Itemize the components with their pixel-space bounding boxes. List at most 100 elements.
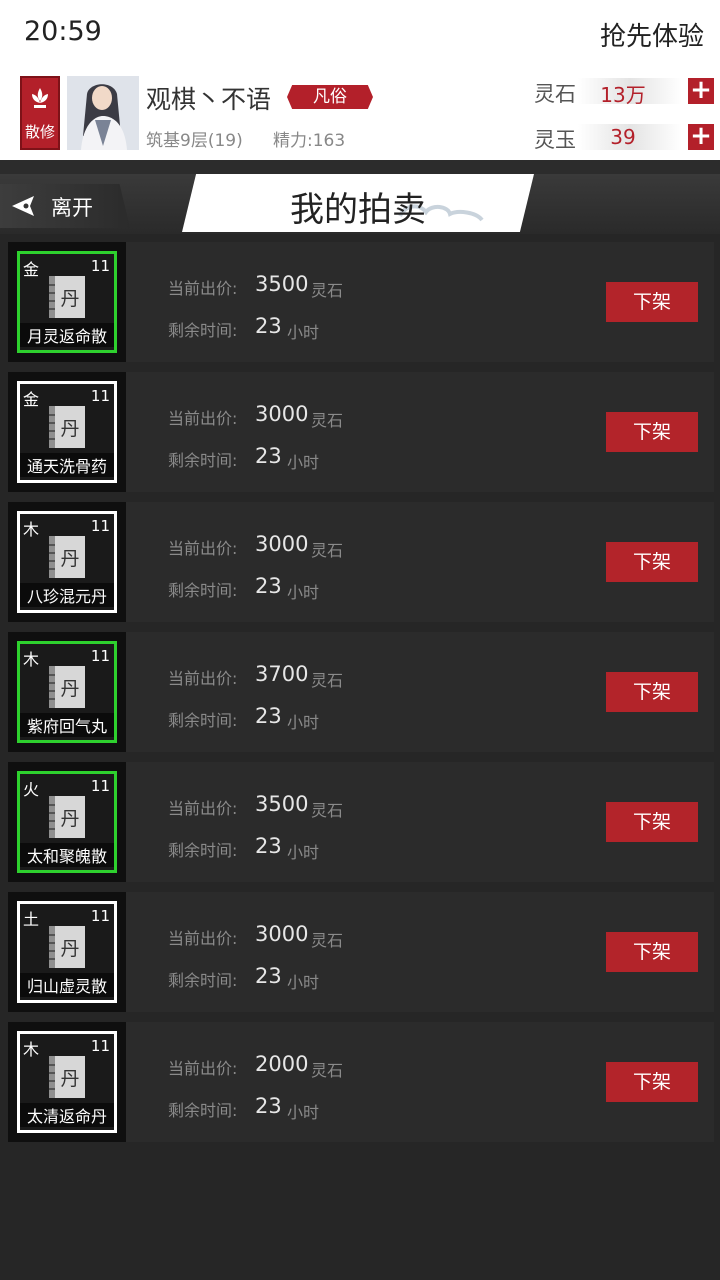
pill-char: 丹 — [60, 678, 80, 700]
item-element: 木 — [23, 650, 40, 669]
item-thumbnail[interactable]: 土 11 丹 归山虚灵散 — [8, 892, 126, 1012]
item-frame: 土 11 丹 归山虚灵散 — [17, 901, 117, 1003]
time-label: 剩余时间: — [168, 841, 238, 860]
time-unit: 小时 — [287, 1103, 320, 1122]
price-value: 3700 — [255, 662, 309, 686]
add-spirit-stone-button[interactable]: + — [688, 77, 714, 104]
pill-char: 丹 — [60, 808, 80, 830]
energy-value: 精力:163 — [273, 131, 346, 151]
delist-button[interactable]: 下架 — [606, 1062, 698, 1102]
auction-item: 木 11 丹 太清返命丹 当前出价: 2000 灵石 剩余时间: 23 小时 下… — [8, 1022, 714, 1142]
price-label: 当前出价: — [168, 539, 238, 558]
item-name: 通天洗骨药 — [20, 453, 114, 477]
delist-button[interactable]: 下架 — [606, 672, 698, 712]
leave-label: 离开 — [51, 196, 93, 220]
item-element: 金 — [23, 390, 40, 409]
item-name: 太清返命丹 — [20, 1103, 114, 1127]
item-level: 11 — [90, 647, 110, 665]
item-level: 11 — [90, 1037, 110, 1055]
item-name: 太和聚魄散 — [20, 843, 114, 867]
item-frame: 木 11 丹 太清返命丹 — [17, 1031, 117, 1133]
item-element: 木 — [23, 1040, 40, 1059]
title-banner: 我的拍卖 — [182, 174, 534, 232]
delist-button[interactable]: 下架 — [606, 802, 698, 842]
auction-item: 土 11 丹 归山虚灵散 当前出价: 3000 灵石 剩余时间: 23 小时 下… — [8, 892, 714, 1012]
sect-badge[interactable]: 散修 — [20, 76, 60, 150]
sect-label: 散修 — [24, 123, 55, 141]
time-unit: 小时 — [287, 713, 320, 732]
time-label: 剩余时间: — [168, 451, 238, 470]
cultivation-realm: 筑基9层(19) — [146, 131, 243, 151]
item-element: 土 — [23, 910, 40, 929]
item-level: 11 — [90, 517, 110, 535]
delist-button[interactable]: 下架 — [606, 282, 698, 322]
price-unit: 灵石 — [311, 1061, 344, 1080]
item-thumbnail[interactable]: 金 11 丹 通天洗骨药 — [8, 372, 126, 492]
price-label: 当前出价: — [168, 409, 238, 428]
time-value: 23 — [255, 704, 282, 728]
pill-char: 丹 — [60, 418, 80, 440]
title-bar: 离开 我的拍卖 — [0, 160, 720, 234]
time-unit: 小时 — [287, 973, 320, 992]
time-label: 剩余时间: — [168, 321, 238, 340]
price-label: 当前出价: — [168, 279, 238, 298]
item-thumbnail[interactable]: 木 11 丹 八珍混元丹 — [8, 502, 126, 622]
time-label: 剩余时间: — [168, 971, 238, 990]
time-label: 剩余时间: — [168, 711, 238, 730]
price-label: 当前出价: — [168, 929, 238, 948]
price-value: 3000 — [255, 922, 309, 946]
price-unit: 灵石 — [311, 411, 344, 430]
time-label: 剩余时间: — [168, 1101, 238, 1120]
delist-button[interactable]: 下架 — [606, 542, 698, 582]
price-label: 当前出价: — [168, 669, 238, 688]
price-unit: 灵石 — [311, 931, 344, 950]
spirit-jade-row: 灵玉 39 + — [534, 122, 714, 154]
auction-item: 木 11 丹 紫府回气丸 当前出价: 3700 灵石 剩余时间: 23 小时 下… — [8, 632, 714, 752]
auction-list: 金 11 丹 月灵返命散 当前出价: 3500 灵石 剩余时间: 23 小时 下… — [8, 242, 714, 1152]
item-thumbnail[interactable]: 火 11 丹 太和聚魄散 — [8, 762, 126, 882]
item-thumbnail[interactable]: 木 11 丹 紫府回气丸 — [8, 632, 126, 752]
page-title: 我的拍卖 — [290, 190, 426, 230]
price-value: 3500 — [255, 792, 309, 816]
leave-button[interactable]: 离开 — [0, 184, 130, 228]
item-thumbnail[interactable]: 金 11 丹 月灵返命散 — [8, 242, 126, 362]
pill-book-icon: 丹 — [49, 1056, 85, 1098]
time-value: 23 — [255, 314, 282, 338]
avatar[interactable] — [67, 76, 139, 150]
spirit-stone-row: 灵石 13万 + — [534, 76, 714, 108]
price-unit: 灵石 — [311, 671, 344, 690]
delist-button[interactable]: 下架 — [606, 932, 698, 972]
player-header: 散修 观棋丶不语 凡俗 筑基9层(19) 精力:163 灵石 13万 + 灵玉 … — [0, 66, 720, 160]
item-name: 八珍混元丹 — [20, 583, 114, 607]
add-spirit-jade-button[interactable]: + — [688, 123, 714, 150]
pill-char: 丹 — [60, 1068, 80, 1090]
item-element: 金 — [23, 260, 40, 279]
auction-item: 金 11 丹 通天洗骨药 当前出价: 3000 灵石 剩余时间: 23 小时 下… — [8, 372, 714, 492]
item-frame: 金 11 丹 通天洗骨药 — [17, 381, 117, 483]
item-element: 木 — [23, 520, 40, 539]
early-access-link[interactable]: 抢先体验 — [600, 16, 704, 53]
time-value: 23 — [255, 574, 282, 598]
time-unit: 小时 — [287, 583, 320, 602]
price-unit: 灵石 — [311, 801, 344, 820]
item-frame: 火 11 丹 太和聚魄散 — [17, 771, 117, 873]
item-frame: 金 11 丹 月灵返命散 — [17, 251, 117, 353]
price-value: 2000 — [255, 1052, 309, 1076]
time-value: 23 — [255, 964, 282, 988]
back-arrow-icon — [12, 196, 34, 216]
auction-item: 金 11 丹 月灵返命散 当前出价: 3500 灵石 剩余时间: 23 小时 下… — [8, 242, 714, 362]
pill-char: 丹 — [60, 938, 80, 960]
clock: 20:59 — [24, 16, 102, 47]
status-bar: 20:59 抢先体验 — [0, 0, 720, 66]
pill-book-icon: 丹 — [49, 406, 85, 448]
time-value: 23 — [255, 834, 282, 858]
price-value: 3000 — [255, 402, 309, 426]
delist-button[interactable]: 下架 — [606, 412, 698, 452]
price-value: 3000 — [255, 532, 309, 556]
auction-item: 木 11 丹 八珍混元丹 当前出价: 3000 灵石 剩余时间: 23 小时 下… — [8, 502, 714, 622]
pill-book-icon: 丹 — [49, 276, 85, 318]
item-frame: 木 11 丹 八珍混元丹 — [17, 511, 117, 613]
time-unit: 小时 — [287, 323, 320, 342]
item-thumbnail[interactable]: 木 11 丹 太清返命丹 — [8, 1022, 126, 1142]
spirit-stone-value: 13万 — [600, 83, 646, 107]
